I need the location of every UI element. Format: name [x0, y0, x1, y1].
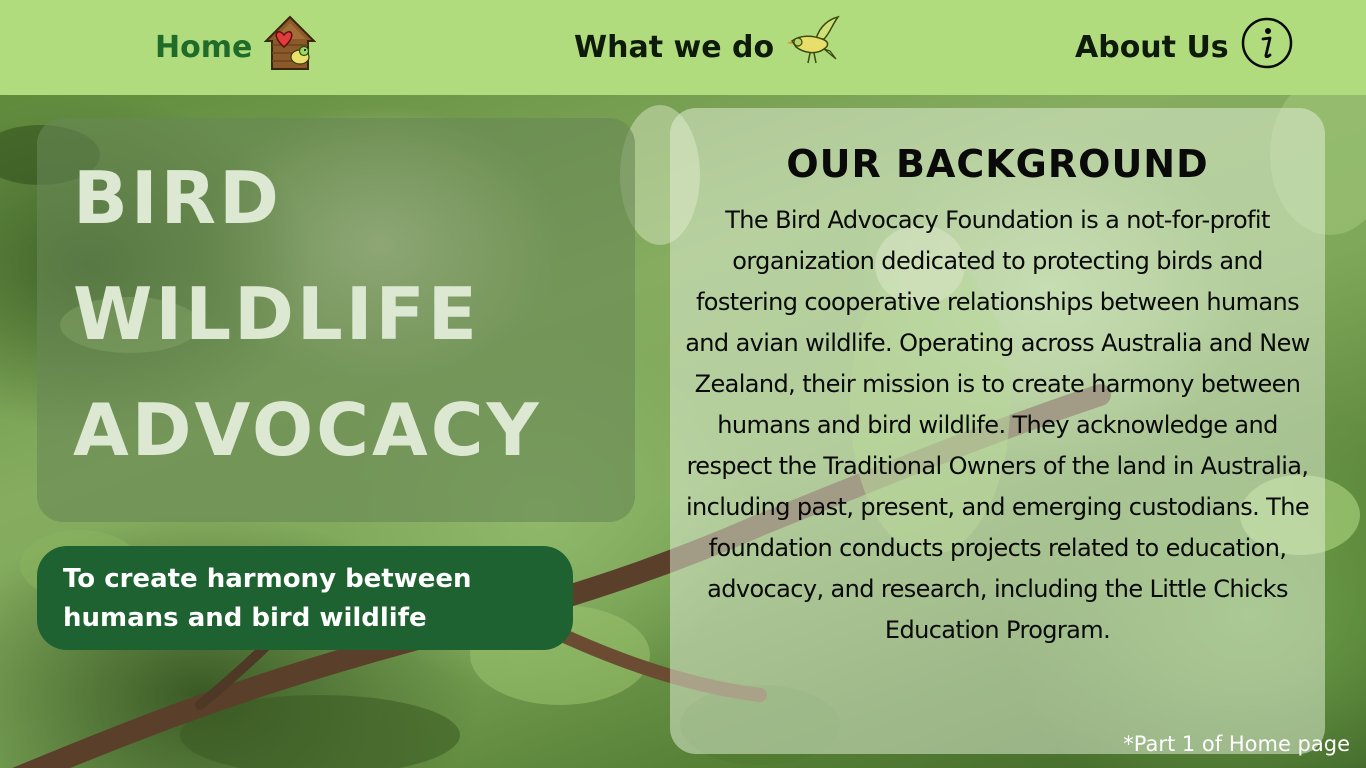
top-navigation-bar: Home What we do About Us: [0, 0, 1366, 95]
hero-title-line-2: WILDLIFE: [73, 272, 480, 356]
hero-title-line-3: ADVOCACY: [73, 388, 542, 472]
nav-about-us-label: About Us: [1075, 29, 1229, 65]
our-background-heading: OUR BACKGROUND: [786, 142, 1209, 186]
our-background-body: The Bird Advocacy Foundation is a not-fo…: [685, 206, 1310, 644]
hero-title-panel: BIRD WILDLIFE ADVOCACY: [37, 118, 635, 522]
page-footnote: *Part 1 of Home page: [1123, 732, 1350, 756]
nav-what-we-do-link[interactable]: What we do: [574, 14, 842, 80]
info-circle-icon: [1241, 17, 1293, 77]
mission-tagline-box: To create harmony between humans and bir…: [37, 546, 573, 650]
birdhouse-heart-icon: [263, 15, 317, 79]
flying-bird-icon: [786, 15, 842, 79]
mission-tagline-text: To create harmony between humans and bir…: [63, 564, 472, 633]
nav-about-us-link[interactable]: About Us: [1075, 14, 1293, 80]
nav-what-we-do-label: What we do: [574, 29, 775, 65]
nav-home-label: Home: [155, 29, 253, 65]
our-background-card: OUR BACKGROUND The Bird Advocacy Foundat…: [670, 108, 1325, 754]
nav-home-link[interactable]: Home: [155, 14, 317, 80]
hero-title-line-1: BIRD: [73, 156, 282, 240]
